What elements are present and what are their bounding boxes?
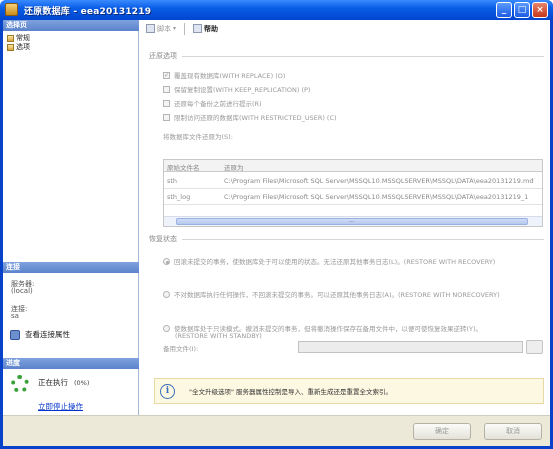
cancel-button[interactable]: 取消: [484, 423, 542, 440]
prompt-each-checkbox[interactable]: 还原每个备份之前进行提示(R): [163, 98, 262, 108]
recovery-option-norecovery[interactable]: 不对数据库执行任何操作，不回滚未提交的事务。可以还原其他事务日志(A)。(RES…: [163, 289, 500, 299]
restrict-user-label: 限制访问还原的数据库(WITH RESTRICTED_USER) (C): [174, 114, 337, 122]
help-icon: [193, 24, 203, 33]
restore-as-cell[interactable]: C:\Program Files\Microsoft SQL Server\MS…: [224, 177, 534, 185]
radio-icon: [163, 324, 170, 332]
info-banner: i "全文升级选项" 服务器属性控制是导入、重新生成还是重置全文索引。: [154, 378, 544, 404]
column-original-file: 原始文件名: [167, 164, 200, 172]
view-connection-properties-label: 查看连接属性: [25, 330, 70, 339]
help-label: 帮助: [204, 24, 219, 33]
connection-properties-icon: [10, 329, 20, 340]
toolbar-separator: [184, 22, 186, 35]
page-icon: [7, 43, 14, 51]
checkbox-icon: [163, 85, 170, 93]
restore-options-group: 还原选项: [149, 51, 544, 61]
radio-selected-icon: [163, 257, 170, 265]
keep-replication-label: 保留复制设置(WITH KEEP_REPLICATION) (P): [174, 86, 311, 94]
progress-spinner-icon: [11, 375, 29, 393]
original-file-cell: sth_log: [167, 193, 191, 201]
restore-files-grid[interactable]: 原始文件名 还原为 sth C:\Program Files\Microsoft…: [163, 159, 543, 227]
recovery-option-standby-sub: (RESTORE WITH STANDBY): [175, 332, 262, 340]
radio-icon: [163, 290, 170, 298]
checkbox-checked-icon: ✓: [163, 71, 170, 79]
progress-header: 进度: [3, 358, 139, 369]
info-message: "全文升级选项" 服务器属性控制是导入、重新生成还是重置全文索引。: [189, 388, 393, 396]
select-page-header: 选择页: [3, 20, 139, 31]
restore-options-title: 还原选项: [149, 52, 177, 60]
scroll-grip: ...: [349, 217, 355, 224]
recovery-option-label: 不对数据库执行任何操作，不回滚未提交的事务。可以还原其他事务日志(A)。(RES…: [174, 291, 500, 299]
restore-files-caption-text: 将数据库文件还原为(S):: [163, 133, 233, 141]
recovery-state-group: 恢复状态: [149, 234, 544, 244]
view-connection-properties[interactable]: 查看连接属性: [10, 329, 70, 340]
dialog-client: 选择页 常规 选项 连接 服务器: (local) 连接: sa 查看连接属性 …: [3, 20, 550, 446]
recovery-option-recovery[interactable]: 回滚未提交的事务，使数据库处于可以使用的状态。无法还原其他事务日志(L)。(RE…: [163, 256, 495, 266]
overwrite-checkbox[interactable]: ✓ 覆盖现有数据库(WITH REPLACE) (O): [163, 70, 285, 80]
standby-file-label: 备用文件(I):: [163, 345, 199, 353]
minimize-button[interactable]: _: [496, 2, 512, 18]
recovery-state-title: 恢复状态: [149, 235, 177, 243]
horizontal-scrollbar[interactable]: ...: [164, 216, 542, 226]
script-button[interactable]: 脚本 ▾: [146, 24, 176, 34]
keep-replication-checkbox[interactable]: 保留复制设置(WITH KEEP_REPLICATION) (P): [163, 84, 310, 94]
right-panel: 脚本 ▾ 帮助 还原选项 ✓ 覆盖现有数据库(WITH REPLACE) (O)…: [140, 20, 550, 415]
table-row[interactable]: sth C:\Program Files\Microsoft SQL Serve…: [164, 173, 542, 189]
connection-header: 连接: [3, 262, 139, 273]
recovery-option-label: 回滚未提交的事务，使数据库处于可以使用的状态。无法还原其他事务日志(L)。(RE…: [174, 258, 496, 266]
dialog-window: 还原数据库 - eea20131219 _ □ × 选择页 常规 选项 连接 服…: [0, 0, 553, 449]
help-button[interactable]: 帮助: [193, 24, 218, 34]
progress-status-text: 正在执行: [38, 378, 68, 387]
ok-button[interactable]: 确定: [413, 423, 471, 440]
connection-value: sa: [11, 312, 19, 320]
checkbox-icon: [163, 113, 170, 121]
dialog-footer: 确定 取消: [3, 415, 550, 446]
overwrite-label: 覆盖现有数据库(WITH REPLACE) (O): [174, 72, 286, 80]
title-bar[interactable]: 还原数据库 - eea20131219 _ □ ×: [0, 0, 553, 20]
script-icon: [146, 24, 155, 33]
standby-file-input[interactable]: [298, 341, 523, 353]
browse-button[interactable]: [526, 340, 543, 354]
column-restore-as: 还原为: [224, 164, 244, 172]
table-row[interactable]: sth_log C:\Program Files\Microsoft SQL S…: [164, 189, 542, 205]
scrollbar-thumb[interactable]: ...: [176, 217, 528, 225]
database-restore-icon: [5, 3, 18, 16]
page-label: 选项: [16, 43, 30, 51]
restore-as-cell[interactable]: C:\Program Files\Microsoft SQL Server\MS…: [224, 193, 534, 201]
info-icon: i: [160, 383, 175, 399]
original-file-cell: sth: [167, 177, 178, 185]
maximize-button[interactable]: □: [514, 2, 530, 18]
server-value: (local): [11, 287, 33, 295]
page-icon: [7, 34, 14, 42]
close-button[interactable]: ×: [532, 2, 548, 18]
prompt-each-label: 还原每个备份之前进行提示(R): [174, 100, 262, 108]
grid-header: 原始文件名 还原为: [164, 160, 542, 172]
left-panel: 选择页 常规 选项 连接 服务器: (local) 连接: sa 查看连接属性 …: [3, 20, 139, 415]
toolbar: 脚本 ▾ 帮助: [140, 20, 550, 37]
restrict-user-checkbox[interactable]: 限制访问还原的数据库(WITH RESTRICTED_USER) (C): [163, 112, 337, 122]
checkbox-icon: [163, 99, 170, 107]
progress-percent: (0%): [74, 378, 90, 387]
progress-status: 正在执行 (0%): [38, 377, 89, 388]
stop-operation-link[interactable]: 立即停止操作: [38, 401, 83, 412]
dropdown-arrow-icon: ▾: [173, 25, 177, 32]
page-item-options[interactable]: 选项: [7, 42, 30, 52]
window-title: 还原数据库 - eea20131219: [24, 7, 152, 17]
script-label: 脚本: [157, 24, 171, 33]
restore-files-caption: 将数据库文件还原为(S):: [163, 131, 233, 141]
